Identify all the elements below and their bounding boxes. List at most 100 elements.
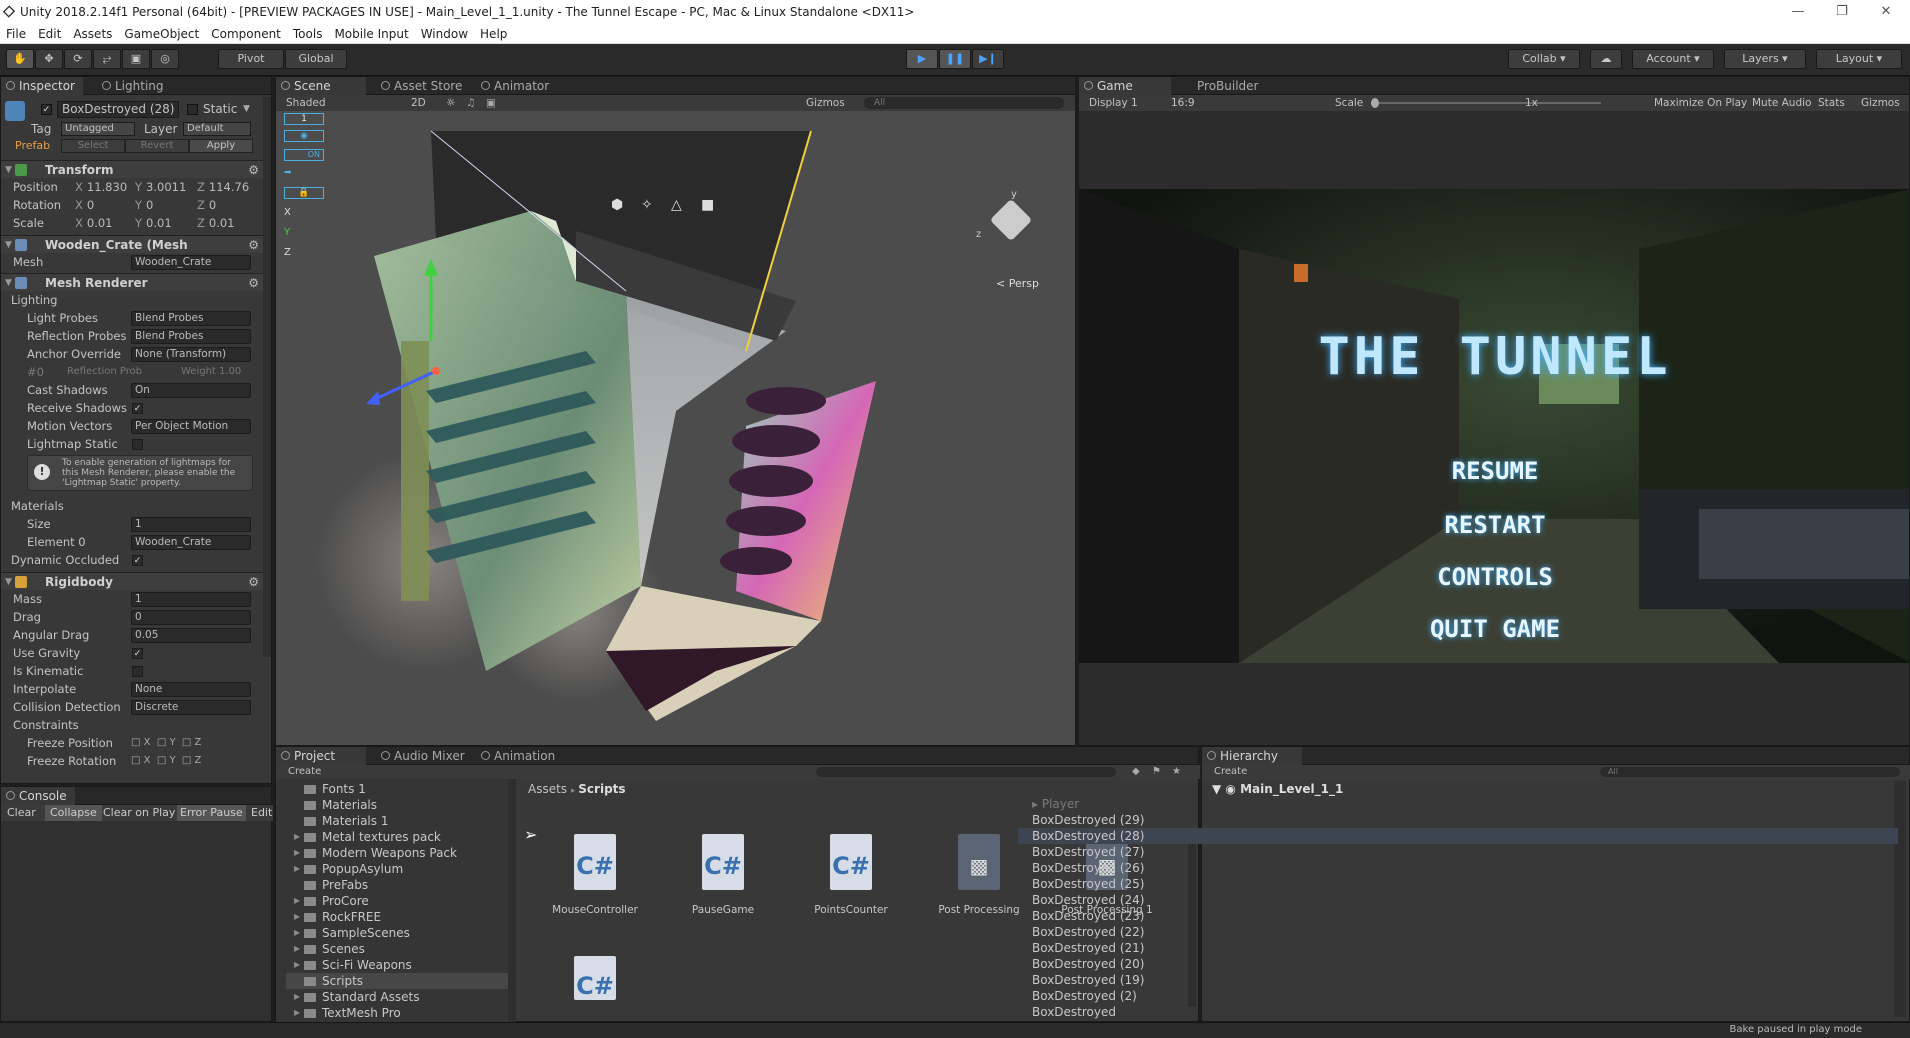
y-axis-toggle-icon[interactable]: Y [284, 227, 324, 239]
on-toggle-icon[interactable]: ON [284, 149, 324, 161]
layout-dropdown[interactable]: Layout ▾ [1816, 49, 1902, 69]
folder-samplescenes[interactable]: ▶ SampleScenes [286, 925, 410, 941]
hierarchy-item[interactable]: BoxDestroyed (25) [1018, 876, 1898, 892]
folder-materials-1[interactable]: Materials 1 [286, 813, 388, 829]
cast-shadows-dropdown[interactable]: On [131, 383, 251, 398]
rigidbody-header[interactable]: ▼ Rigidbody ⚙ [1, 572, 265, 590]
cube-icon[interactable]: ⬢ [611, 197, 623, 213]
filter-type-icon[interactable]: ◆ [1132, 765, 1140, 779]
hierarchy-item[interactable]: BoxDestroyed (2) [1018, 988, 1898, 1004]
step-button[interactable]: ▶❙ [972, 49, 1004, 69]
asset-mousecontroller[interactable]: C# MouseController [545, 810, 645, 916]
mesh-filter-header[interactable]: ▼ Wooden_Crate (Mesh ⚙ [1, 235, 265, 253]
object-name-field[interactable]: BoxDestroyed (28) [57, 101, 179, 118]
collab-dropdown[interactable]: Collab ▾ [1508, 49, 1580, 69]
use-gravity-checkbox[interactable]: ✓ [132, 648, 143, 659]
csharp-script-icon[interactable]: C# [574, 956, 616, 1000]
tab-animator[interactable]: Animator [476, 77, 557, 95]
hierarchy-item[interactable]: BoxDestroyed (26) [1018, 860, 1898, 876]
hierarchy-item-player[interactable]: ▸ Player [1018, 796, 1898, 812]
folder-textmesh-pro[interactable]: ▶ TextMesh Pro [286, 1005, 401, 1021]
folder-popupasylum[interactable]: ▶ PopupAsylum [286, 861, 403, 877]
console-clear-on-play-button[interactable]: Clear on Play [103, 805, 175, 821]
edge-icon[interactable]: △ [671, 197, 682, 213]
prefab-revert-button[interactable]: Revert [125, 139, 189, 153]
console-edit-button[interactable]: Edit [251, 805, 272, 821]
folder-standard-assets[interactable]: ▶ Standard Assets [286, 989, 419, 1005]
transform-tool-icon[interactable]: ◎ [151, 49, 179, 69]
menu-gameobject[interactable]: GameObject [118, 24, 205, 44]
maximize-button[interactable]: ❐ [1820, 0, 1864, 24]
z-axis-toggle-icon[interactable]: Z [284, 247, 324, 259]
tab-probuilder[interactable]: ProBuilder [1179, 77, 1266, 95]
face-icon[interactable]: ■ [701, 197, 714, 213]
account-dropdown[interactable]: Account ▾ [1632, 49, 1714, 69]
scene-gizmos-dropdown[interactable]: Gizmos [806, 95, 845, 111]
minimize-button[interactable]: — [1776, 0, 1820, 24]
layers-dropdown[interactable]: Layers ▾ [1724, 49, 1806, 69]
expand-icon[interactable]: ▶ [294, 989, 300, 1005]
menu-file[interactable]: File [0, 24, 32, 44]
visibility-icon[interactable]: ◉ [284, 130, 324, 142]
tab-audio-mixer[interactable]: Audio Mixer [376, 747, 473, 765]
hierarchy-item[interactable]: BoxDestroyed (29) [1018, 812, 1898, 828]
hierarchy-item[interactable]: BoxDestroyed (19) [1018, 972, 1898, 988]
close-button[interactable]: ✕ [1864, 0, 1908, 24]
inspector-scrollbar[interactable] [263, 97, 271, 657]
drag-field[interactable]: 0 [131, 610, 251, 625]
tab-game[interactable]: Game [1079, 77, 1171, 95]
folder-fonts-1[interactable]: Fonts 1 [286, 781, 366, 797]
pause-button[interactable]: ❚❚ [939, 49, 971, 69]
lighting-foldout[interactable]: Lighting [1, 291, 265, 309]
expand-icon[interactable]: ▶ [294, 925, 300, 941]
console-error-pause-button[interactable]: Error Pause [177, 805, 246, 821]
expand-icon[interactable]: ▶ [294, 861, 300, 877]
hierarchy-item[interactable]: BoxDestroyed (23) [1018, 908, 1898, 924]
game-viewport[interactable] [1079, 189, 1910, 663]
menu-edit[interactable]: Edit [32, 24, 67, 44]
static-dropdown-icon[interactable]: ▼ [243, 101, 250, 117]
filter-label-icon[interactable]: ⚑ [1152, 765, 1161, 779]
angular-drag-field[interactable]: 0.05 [131, 628, 251, 643]
gear-icon[interactable]: ⚙ [248, 274, 259, 292]
hierarchy-create-dropdown[interactable]: Create [1214, 765, 1247, 779]
position-x[interactable]: X 11.830 [75, 178, 127, 196]
dynamic-occluded-checkbox[interactable]: ✓ [132, 555, 143, 566]
resume-button[interactable]: RESUME [1079, 457, 1909, 485]
hierarchy-item[interactable]: BoxDestroyed (21) [1018, 940, 1898, 956]
controls-button[interactable]: CONTROLS [1079, 563, 1909, 591]
tab-asset-store[interactable]: Asset Store [376, 77, 470, 95]
collision-detection-dropdown[interactable]: Discrete [131, 700, 251, 715]
is-kinematic-checkbox[interactable] [132, 666, 143, 677]
asset-pointscounter[interactable]: C# PointsCounter [801, 810, 901, 916]
rotation-z[interactable]: Z0 [197, 196, 216, 214]
hierarchy-item[interactable]: BoxDestroyed [1018, 1004, 1898, 1020]
game-gizmos-dropdown[interactable]: Gizmos [1861, 95, 1900, 111]
folder-sci-fi-weapons[interactable]: ▶ Sci-Fi Weapons [286, 957, 412, 973]
display-dropdown[interactable]: Display 1 [1089, 95, 1138, 111]
position-z[interactable]: Z 114.76 [197, 178, 249, 196]
gear-icon[interactable]: ⚙ [248, 236, 259, 254]
folder-tree-scrollbar[interactable] [508, 779, 516, 1023]
mode-2d-toggle[interactable]: 2D [411, 95, 426, 111]
active-checkbox[interactable]: ✓ [41, 104, 52, 115]
rotation-y[interactable]: Y0 [135, 196, 153, 214]
hierarchy-item[interactable]: BoxDestroyed (27) [1018, 844, 1898, 860]
global-toggle[interactable]: Global [285, 49, 347, 69]
reflection-probes-dropdown[interactable]: Blend Probes [131, 329, 251, 344]
project-create-dropdown[interactable]: Create [288, 765, 321, 779]
tag-dropdown[interactable]: Untagged [61, 122, 135, 136]
light-probes-dropdown[interactable]: Blend Probes [131, 311, 251, 326]
rotate-tool-icon[interactable]: ⟳ [64, 49, 92, 69]
hierarchy-item-selected[interactable]: BoxDestroyed (28) [1018, 828, 1898, 844]
console-collapse-button[interactable]: Collapse [45, 805, 102, 821]
scale-tool-icon[interactable]: ⥂ [93, 49, 121, 69]
menu-component[interactable]: Component [205, 24, 287, 44]
freeze-position-checkboxes[interactable]: □ X □ Y □ Z [131, 734, 201, 752]
breadcrumb-assets[interactable]: Assets [528, 782, 567, 796]
interpolate-dropdown[interactable]: None [131, 682, 251, 697]
expand-icon[interactable]: ▶ [294, 829, 300, 845]
favorite-icon[interactable]: ★ [1172, 765, 1181, 779]
menu-window[interactable]: Window [415, 24, 474, 44]
shading-mode-dropdown[interactable]: Shaded [286, 95, 326, 111]
